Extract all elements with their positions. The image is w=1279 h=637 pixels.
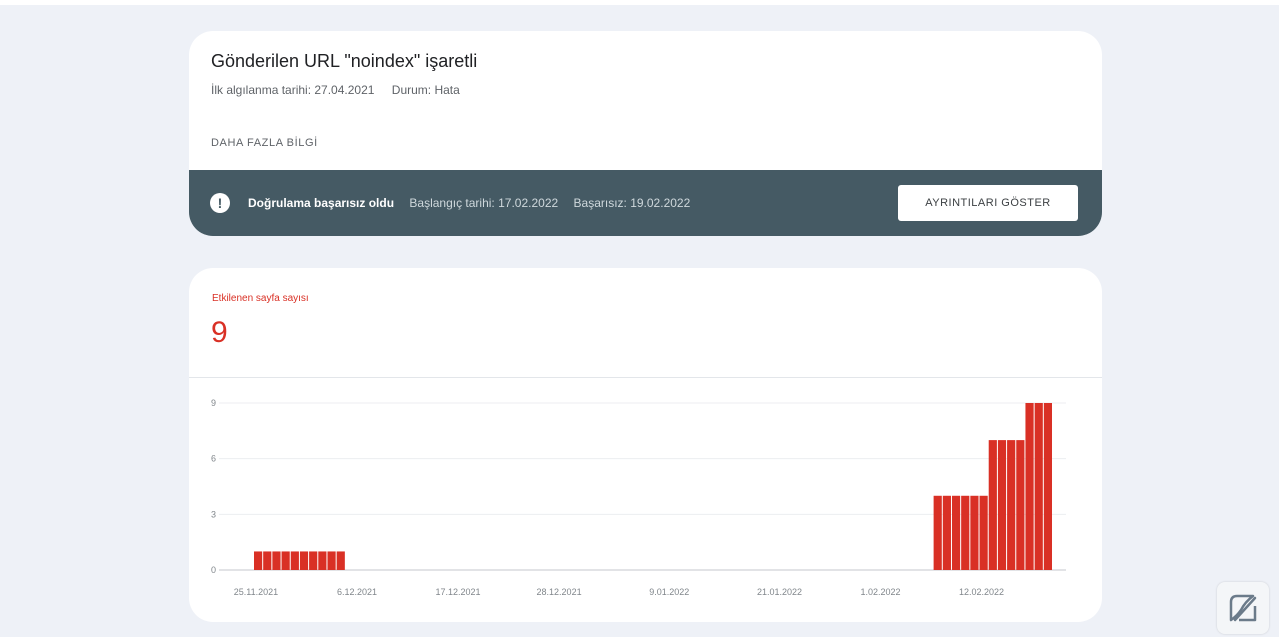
- chart-bar: [1025, 403, 1034, 570]
- first-detected-date: İlk algılanma tarihi: 27.04.2021: [211, 83, 375, 97]
- logo-icon: [1229, 594, 1257, 622]
- chart-bar: [1007, 440, 1016, 570]
- chart-bar: [997, 440, 1007, 570]
- issue-meta: İlk algılanma tarihi: 27.04.2021 Durum: …: [211, 83, 474, 97]
- chart-bar: [970, 495, 979, 570]
- issue-status: Durum: Hata: [391, 83, 460, 97]
- chart-bar: [1016, 440, 1025, 570]
- top-strip: [0, 0, 1279, 5]
- validation-failed-date: Başarısız: 19.02.2022: [573, 196, 691, 210]
- y-tick-label: 3: [211, 509, 216, 519]
- chart-bar: [951, 495, 961, 570]
- chart-bar: [988, 440, 997, 570]
- x-tick-label: 17.12.2021: [436, 587, 481, 597]
- x-tick-label: 28.12.2021: [537, 587, 582, 597]
- chart-bar: [979, 495, 988, 570]
- validation-status-bar: ! Doğrulama başarısız oldu Başlangıç tar…: [189, 170, 1102, 236]
- chart-bar: [327, 551, 336, 570]
- x-tick-label: 1.02.2022: [860, 587, 900, 597]
- validation-status-text: Doğrulama başarısız oldu Başlangıç tarih…: [248, 196, 702, 210]
- x-tick-label: 12.02.2022: [959, 587, 1004, 597]
- validation-status-label: Doğrulama başarısız oldu: [248, 196, 395, 210]
- y-tick-label: 9: [211, 398, 216, 408]
- chart-bar: [336, 551, 345, 570]
- watermark-logo: [1217, 582, 1269, 634]
- affected-pages-card: Etkilenen sayfa sayısı 9 0 3 6 9 25.11.2021 6…: [189, 268, 1102, 622]
- x-tick-label: 21.01.2022: [757, 587, 802, 597]
- chart-bar: [254, 551, 263, 570]
- chart-bar: [933, 495, 942, 570]
- y-tick-label: 0: [211, 565, 216, 575]
- exclamation-icon: !: [210, 193, 230, 213]
- chart-bar: [299, 551, 309, 570]
- more-info-link[interactable]: DAHA FAZLA BİLGİ: [211, 137, 318, 149]
- chart-bar: [309, 551, 318, 570]
- chart-bar: [961, 495, 970, 570]
- chart-bar: [263, 551, 272, 570]
- issue-card: Gönderilen URL "noindex" işaretli İlk al…: [189, 31, 1102, 236]
- x-tick-label: 6.12.2021: [337, 587, 377, 597]
- chart-bar: [1034, 403, 1043, 570]
- affected-pages-label: Etkilenen sayfa sayısı: [212, 293, 309, 304]
- x-tick-label: 9.01.2022: [649, 587, 689, 597]
- chart-bar: [281, 551, 290, 570]
- affected-pages-count: 9: [211, 316, 228, 349]
- x-tick-label: 25.11.2021: [234, 587, 278, 597]
- chart-bar: [1043, 403, 1052, 570]
- issue-title: Gönderilen URL "noindex" işaretli: [211, 51, 478, 71]
- affected-pages-chart: 0 3 6 9 25.11.2021 6.12.2021 17.12.2021 28.12.2…: [211, 398, 1066, 597]
- chart-bar: [290, 551, 299, 570]
- validation-start-date: Başlangıç tarihi: 17.02.2022: [409, 196, 559, 210]
- chart-bar: [318, 551, 327, 570]
- chart-bar: [272, 551, 281, 570]
- chart-bar: [942, 495, 951, 570]
- y-tick-label: 6: [211, 454, 216, 464]
- show-details-button[interactable]: AYRINTILARI GÖSTER: [898, 185, 1078, 221]
